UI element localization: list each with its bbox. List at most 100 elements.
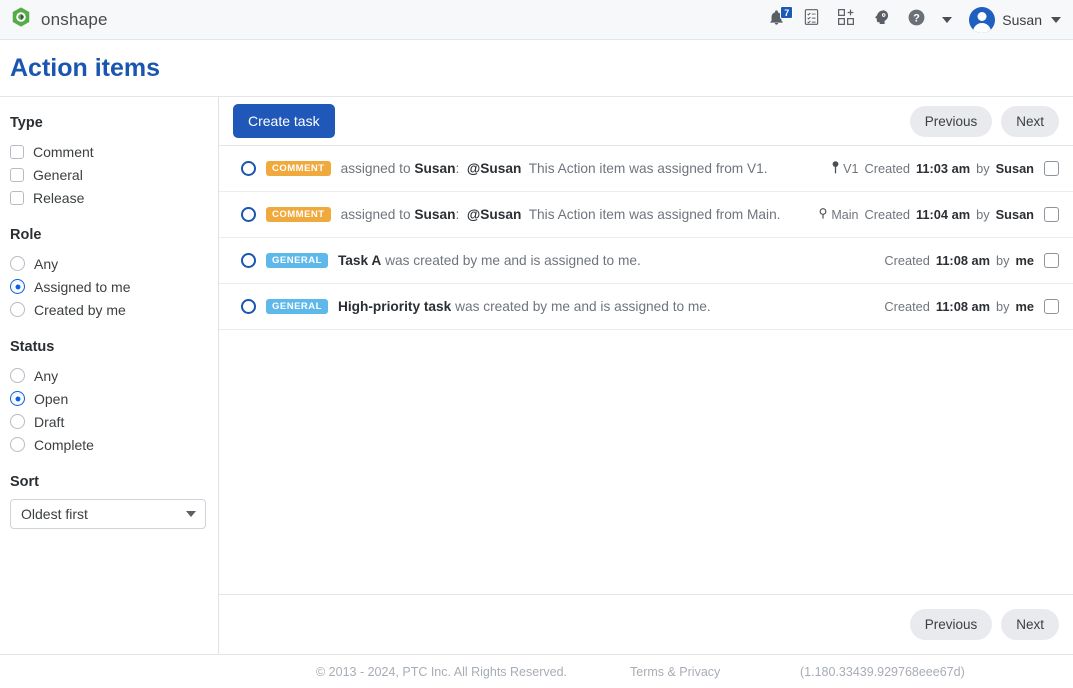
open-circle-icon[interactable] [241,161,256,176]
learning-center-icon [872,8,890,31]
notifications-badge: 7 [780,5,794,19]
task-checkbox[interactable] [1044,207,1059,222]
previous-button-bottom[interactable]: Previous [909,609,993,640]
footer-terms-link[interactable]: Terms & Privacy [630,665,720,679]
page-title-bar: Action items [0,40,1073,96]
table-row[interactable]: COMMENT assigned to Susan: @Susan This A… [219,146,1073,192]
tasks-button[interactable] [800,8,822,32]
filter-label-role-any: Any [34,255,59,272]
filter-label-role-assigned-to-me: Assigned to me [34,278,131,295]
workspace-branch-icon [818,207,828,223]
filter-option-status-draft[interactable]: Draft [10,410,218,433]
checkbox-release[interactable] [10,190,24,205]
table-row[interactable]: GENERAL Task A was created by me and is … [219,238,1073,284]
sort-select[interactable]: Oldest first [10,499,206,529]
row-reference[interactable]: V1 [831,160,859,177]
filter-label-comment: Comment [33,143,94,160]
row-description: assigned to Susan: @Susan This Action it… [341,161,768,176]
filter-option-role-any[interactable]: Any [10,252,218,275]
user-menu-button[interactable]: Susan [969,6,1061,33]
notifications-button[interactable]: 7 [765,5,794,32]
row-description: Task A was created by me and is assigned… [338,253,641,268]
row-body: was created by me and is assigned to me. [385,253,641,268]
row-body: This Action item was assigned from V1. [528,161,768,176]
radio-status-draft[interactable] [10,414,25,429]
status-badge: GENERAL [266,252,328,269]
row-task-title: Task A [337,253,382,268]
row-description: High-priority task was created by me and… [338,299,711,314]
filter-option-status-any[interactable]: Any [10,364,218,387]
chevron-down-icon [186,511,196,517]
next-button-top[interactable]: Next [1001,105,1059,137]
row-text-prefix: assigned to [340,207,415,222]
filter-label-release: Release [33,189,85,206]
row-created-time: 11:08 am [935,253,990,268]
learning-center-button[interactable] [870,8,892,32]
bottom-pagination: Previous Next [219,594,1073,654]
action-items-content: Create task Previous Next COMMENT assign… [219,97,1073,654]
apps-menu-button[interactable] [835,8,857,32]
filter-option-status-open[interactable]: Open [10,387,218,410]
footer-version: (1.180.33439.929768eee67d) [800,664,965,679]
page-footer: © 2013 - 2024, PTC Inc. All Rights Reser… [0,654,1073,688]
row-metadata: V1 Created 11:03 am by Susan [831,160,1059,177]
help-chevron-down-icon[interactable] [942,16,953,23]
onshape-logo-icon [10,6,32,33]
row-mention: @Susan [466,161,522,176]
radio-status-open[interactable] [10,391,25,406]
previous-button-top[interactable]: Previous [909,105,993,137]
filter-label-status-open: Open [34,390,69,407]
user-chevron-down-icon[interactable] [1051,16,1061,23]
row-metadata: Main Created 11:04 am by Susan [818,207,1059,223]
radio-role-created-by-me[interactable] [10,302,25,317]
user-avatar-icon [969,6,996,33]
filter-title-type: Type [10,115,43,131]
next-button-bottom[interactable]: Next [1001,609,1059,640]
footer-copyright: © 2013 - 2024, PTC Inc. All Rights Reser… [316,664,567,679]
status-badge: COMMENT [266,160,331,177]
filter-label-status-any: Any [34,367,59,384]
clipboard-tasks-icon [803,8,820,31]
task-checkbox[interactable] [1044,299,1059,314]
open-circle-icon[interactable] [241,207,256,222]
row-reference[interactable]: Main [818,207,858,223]
page-footer-inner: © 2013 - 2024, PTC Inc. All Rights Reser… [0,655,1073,688]
help-button[interactable]: ? [905,8,927,32]
filter-option-release[interactable]: Release [10,186,218,209]
user-name-label: Susan [1002,11,1042,28]
filter-option-role-assigned-to-me[interactable]: Assigned to me [10,275,218,298]
table-row[interactable]: GENERAL High-priority task was created b… [219,284,1073,330]
sort-select-value: Oldest first [21,506,88,522]
row-created-by: Susan [995,161,1034,176]
action-items-list: COMMENT assigned to Susan: @Susan This A… [219,146,1073,594]
table-row[interactable]: COMMENT assigned to Susan: @Susan This A… [219,192,1073,238]
checkbox-general[interactable] [10,167,24,182]
filter-option-role-created-by-me[interactable]: Created by me [10,298,218,321]
filter-group-type: Type Comment General Release [10,115,218,209]
radio-status-any[interactable] [10,368,25,383]
radio-role-any[interactable] [10,256,25,271]
task-checkbox[interactable] [1044,253,1059,268]
radio-status-complete[interactable] [10,437,25,452]
task-checkbox[interactable] [1044,161,1059,176]
filter-group-status: Status Any Open Draft Complete [10,339,218,456]
filter-option-comment[interactable]: Comment [10,140,218,163]
brand-name: onshape [41,9,108,29]
bottom-pagination-buttons: Previous Next [909,609,1059,640]
filter-option-general[interactable]: General [10,163,218,186]
content-toolbar: Create task Previous Next [219,97,1073,146]
filter-label-status-draft: Draft [34,413,65,430]
open-circle-icon[interactable] [241,299,256,314]
row-by-prefix: by [995,253,1010,268]
radio-role-assigned-to-me[interactable] [10,279,25,294]
filter-label-status-complete: Complete [34,436,94,453]
row-metadata: Created 11:08 am by me [884,253,1059,268]
checkbox-comment[interactable] [10,144,24,159]
create-task-button[interactable]: Create task [233,104,335,138]
row-text-prefix: assigned to [340,161,415,176]
row-reference-label: V1 [843,161,859,176]
filter-title-sort: Sort [10,474,39,490]
brand-home-link[interactable]: onshape [10,6,108,33]
open-circle-icon[interactable] [241,253,256,268]
filter-option-status-complete[interactable]: Complete [10,433,218,456]
